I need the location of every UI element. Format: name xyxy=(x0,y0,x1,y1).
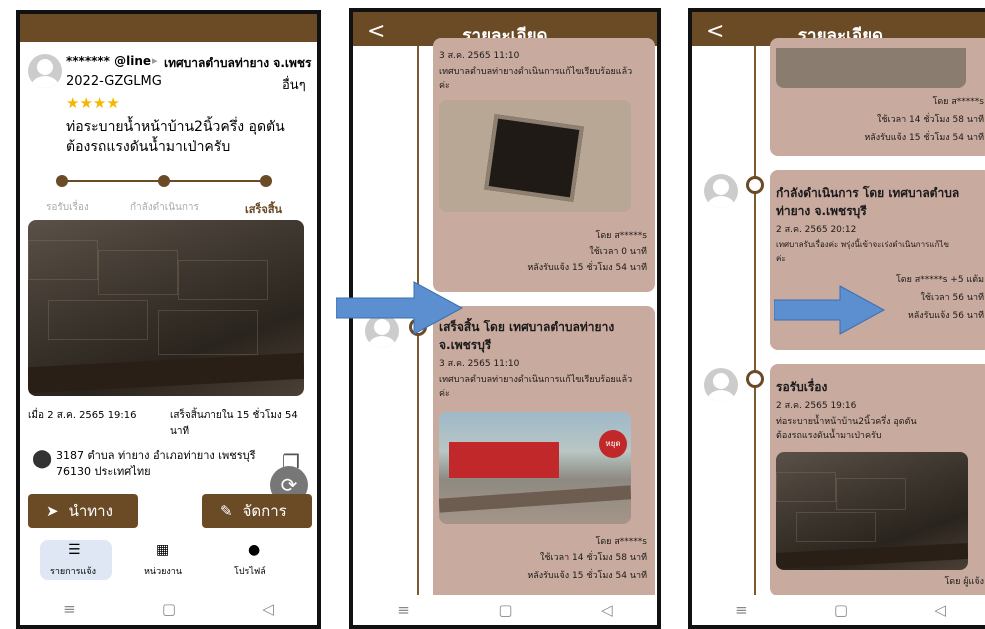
stop-sign: หยุด xyxy=(599,430,627,458)
card-date: 3 ส.ค. 2565 11:10 xyxy=(439,359,520,369)
rating-stars: ★★★★ xyxy=(66,94,120,112)
annotation-arrow-left xyxy=(336,281,464,335)
tab-profile[interactable]: โปรไฟล์ xyxy=(234,564,266,578)
card-text-2: ต้องรถแรงดันน้ำมาเป่าครับ xyxy=(776,431,882,441)
manage-label: จัดการ xyxy=(242,502,287,520)
timeline-dot xyxy=(746,370,764,388)
card-text: เทศบาลรับเรื่องค่ะ พรุ่งนี้เข้าจะเร่งดำเ… xyxy=(776,240,949,249)
system-nav-bar: ≡ ▢ ◁ xyxy=(20,593,317,625)
reported-at: เมื่อ 2 ส.ค. 2565 19:16 xyxy=(28,410,137,421)
card-time-used: ใช้เวลา 14 ชั่วโมง 58 นาที xyxy=(539,553,647,563)
card-after: หลังรับแจ้ง 15 ชั่วโมง 54 นาที xyxy=(527,263,647,273)
card-by: โดย ส*****s xyxy=(932,97,985,107)
home-icon[interactable]: ▢ xyxy=(498,601,512,619)
report-photo[interactable] xyxy=(776,48,966,88)
reporter-name: ******* @line xyxy=(66,54,152,68)
menu-icon[interactable]: ≡ xyxy=(735,601,748,619)
manage-button[interactable]: ✎ จัดการ xyxy=(202,494,312,528)
step-dot-in-progress xyxy=(158,175,170,187)
card-by: โดย ส*****s +5 แต้ม xyxy=(895,275,984,285)
navigate-icon: ➤ xyxy=(46,502,59,520)
tab-reports[interactable]: รายการแจ้ง xyxy=(50,564,96,578)
card-text: เทศบาลตำบลท่ายางดำเนินการแก้ไขเรียบร้อยแ… xyxy=(439,375,633,385)
menu-icon[interactable]: ≡ xyxy=(63,600,76,618)
card-after: หลังรับแจ้ง 15 ชั่วโมง 54 นาที xyxy=(864,133,984,143)
card-text: ท่อระบายน้ำหน้าบ้าน2นิ้วครึ่ง อุดตัน xyxy=(776,417,917,427)
card-after: หลังรับแจ้ง 15 ชั่วโมง 54 นาที xyxy=(527,571,647,581)
annotation-arrow-right xyxy=(774,285,886,335)
avatar xyxy=(704,368,738,402)
card-title-line2: ท่ายาง จ.เพชรบุรี xyxy=(776,204,867,218)
avatar xyxy=(28,54,62,88)
card-by: โดย ส*****s xyxy=(595,231,648,241)
card-date: 3 ส.ค. 2565 11:10 xyxy=(439,51,520,61)
card-time-used: ใช้เวลา 14 ชั่วโมง 58 นาที xyxy=(876,115,984,125)
step-dot-received xyxy=(56,175,68,187)
card-text-2: ค่ะ xyxy=(439,389,450,399)
list-icon: ☰ xyxy=(68,542,81,558)
back-icon[interactable]: ◁ xyxy=(934,601,946,619)
top-bar xyxy=(20,14,317,42)
finished-in-line1: เสร็จสิ้นภายใน 15 ชั่วโมง 54 xyxy=(170,410,298,421)
navigate-button[interactable]: ➤ นำทาง xyxy=(28,494,138,528)
home-icon[interactable]: ▢ xyxy=(162,600,176,618)
card-by: โดย ผู้แจ้ง xyxy=(944,577,984,587)
description-line1: ท่อระบายน้ำหน้าบ้าน2นิ้วครึ่ง อุดตัน xyxy=(66,119,285,135)
step-label-in-progress: กำลังดำเนินการ xyxy=(130,202,199,213)
navigate-label: นำทาง xyxy=(68,502,113,520)
timeline-card-done: เสร็จสิ้น โดย เทศบาลตำบลท่ายาง จ.เพชรบุร… xyxy=(433,306,655,602)
card-text-2: ค่ะ xyxy=(439,81,450,91)
timeline-line xyxy=(754,46,756,596)
card-title: รอรับเรื่อง xyxy=(776,380,828,394)
system-nav-bar: ≡ ▢ ◁ xyxy=(353,595,657,625)
ticket-id: 2022-GZGLMG xyxy=(66,74,162,89)
timeline-dot xyxy=(746,176,764,194)
card-title-line1: กำลังดำเนินการ โดย เทศบาลตำบล xyxy=(776,186,960,200)
timeline-card-done: โดย ส*****s ใช้เวลา 14 ชั่วโมง 58 นาที ห… xyxy=(770,38,985,156)
card-after: หลังรับแจ้ง 56 นาที xyxy=(907,311,984,321)
chevron-right-icon: ▸ xyxy=(152,54,158,67)
description-line2: ต้องรถแรงดันน้ำมาเป่าครับ xyxy=(66,139,231,155)
location-pin-icon: ⬤ xyxy=(32,448,53,469)
card-time-used: ใช้เวลา 56 นาที xyxy=(920,293,984,303)
report-photo[interactable] xyxy=(776,452,968,570)
agency-name[interactable]: เทศบาลตำบลท่ายาง จ.เพชร xyxy=(164,54,312,73)
finished-in-line2: นาที xyxy=(170,426,190,437)
card-text: เทศบาลตำบลท่ายางดำเนินการแก้ไขเรียบร้อยแ… xyxy=(439,67,633,77)
card-time-used: ใช้เวลา 0 นาที xyxy=(589,247,647,257)
back-icon[interactable]: ◁ xyxy=(601,601,613,619)
back-icon[interactable]: ◁ xyxy=(262,600,274,618)
step-dot-done xyxy=(260,175,272,187)
home-icon[interactable]: ▢ xyxy=(834,601,848,619)
card-title-line2: จ.เพชรบุรี xyxy=(439,338,492,352)
avatar xyxy=(704,174,738,208)
report-photo[interactable] xyxy=(28,220,304,396)
edit-icon: ✎ xyxy=(220,502,233,520)
phone-screen-report-summary: ******* @line ▸ เทศบาลตำบลท่ายาง จ.เพชร … xyxy=(16,10,321,629)
category-label: อื่นๆ xyxy=(282,78,306,93)
tab-agencies[interactable]: หน่วยงาน xyxy=(144,564,182,578)
timeline-card-received: รอรับเรื่อง 2 ส.ค. 2565 19:16 ท่อระบายน้… xyxy=(770,364,985,596)
building-icon: ▦ xyxy=(156,542,170,558)
step-label-received: รอรับเรื่อง xyxy=(46,202,89,213)
step-label-done: เสร็จสิ้น xyxy=(245,203,283,216)
card-date: 2 ส.ค. 2565 19:16 xyxy=(776,401,857,411)
firetruck-photo[interactable]: หยุด xyxy=(439,412,631,524)
card-text-2: ค่ะ xyxy=(776,254,786,263)
system-nav-bar: ≡ ▢ ◁ xyxy=(692,595,985,625)
card-date: 2 ส.ค. 2565 20:12 xyxy=(776,225,857,235)
manhole-photo[interactable] xyxy=(439,100,631,212)
menu-icon[interactable]: ≡ xyxy=(397,601,410,619)
person-icon: ● xyxy=(248,542,261,558)
address-line2: 76130 ประเทศไทย xyxy=(56,465,151,478)
timeline-card-done-prev: 3 ส.ค. 2565 11:10 เทศบาลตำบลท่ายางดำเนิน… xyxy=(433,38,655,292)
card-by: โดย ส*****s xyxy=(595,537,648,547)
